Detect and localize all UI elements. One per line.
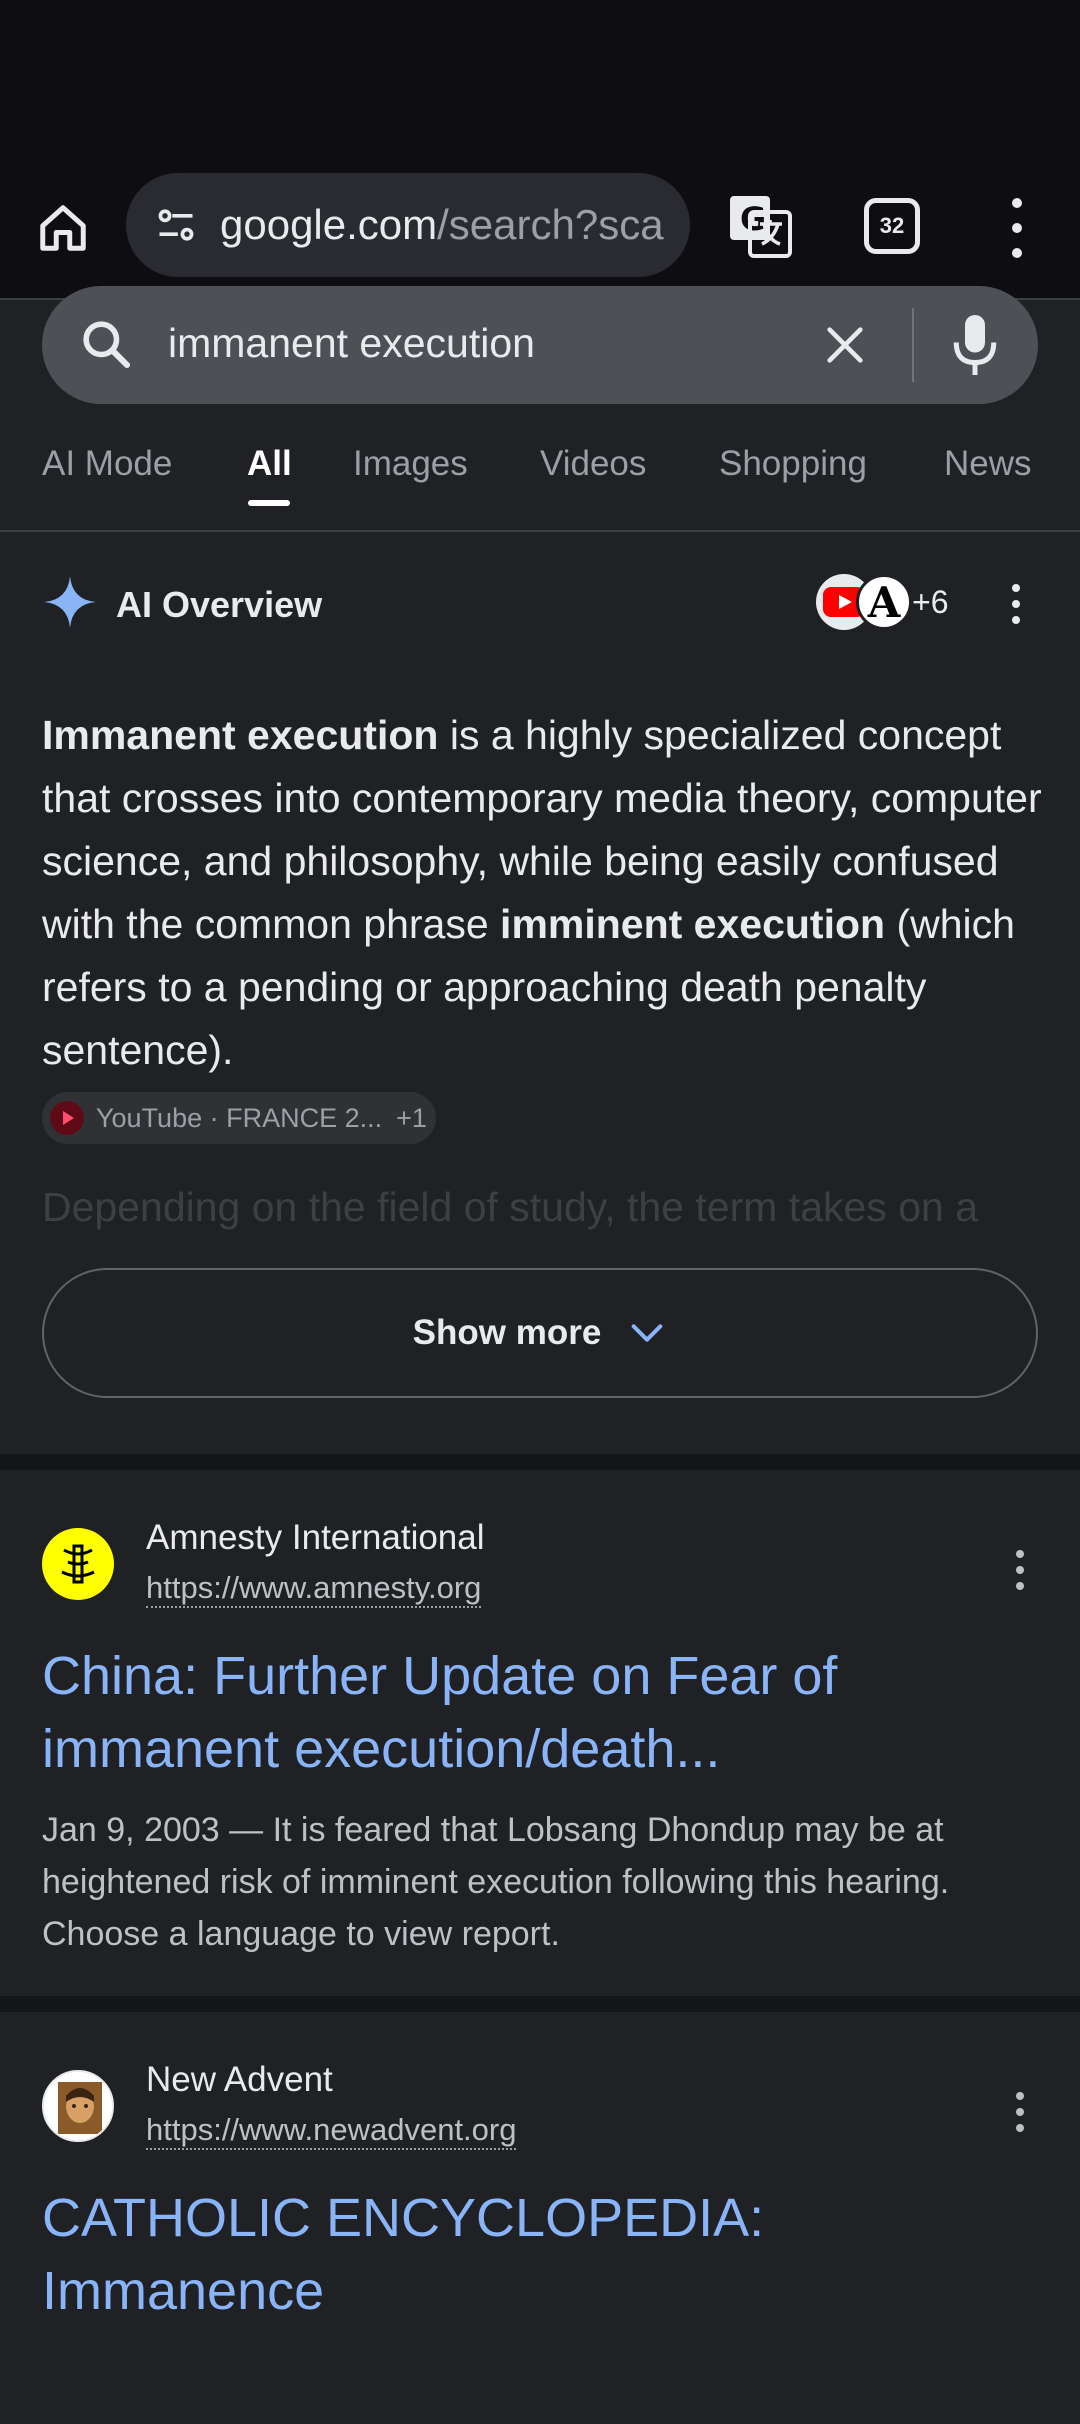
show-more-button[interactable]: Show more [42, 1268, 1038, 1398]
tab-ai-mode[interactable]: AI Mode [42, 444, 172, 484]
url-path: /search?sca [437, 201, 664, 248]
active-tab-indicator [248, 500, 290, 506]
amnesty-favicon [42, 1528, 114, 1600]
microphone-icon[interactable] [950, 312, 1000, 378]
translate-icon: G [730, 196, 792, 258]
source-chip-extra: +1 [396, 1102, 427, 1133]
home-button[interactable] [30, 195, 96, 261]
tab-shopping[interactable]: Shopping [719, 444, 867, 484]
tab-switcher-button[interactable]: 32 [864, 198, 920, 254]
tab-images[interactable]: Images [353, 444, 468, 484]
result-more-button[interactable] [1010, 1550, 1030, 1590]
ai-bold-term-2: imminent execution [500, 901, 886, 947]
tab-all[interactable]: All [247, 444, 292, 484]
result-url[interactable]: https://www.amnesty.org [146, 1570, 482, 1608]
youtube-icon [50, 1101, 84, 1135]
tab-videos[interactable]: Videos [540, 444, 646, 484]
search-query[interactable]: immanent execution [168, 320, 535, 367]
search-filter-tabs: AI Mode All Images Videos Shopping News [0, 420, 1080, 532]
translate-button[interactable]: G [724, 190, 796, 262]
search-divider [912, 308, 914, 382]
newadvent-favicon [42, 2070, 114, 2142]
result-url[interactable]: https://www.newadvent.org [146, 2112, 517, 2150]
section-separator [0, 1996, 1080, 2012]
gemini-spark-icon [44, 576, 96, 628]
result-snippet: Jan 9, 2003 — It is feared that Lobsang … [42, 1811, 950, 1953]
result-more-button[interactable] [1010, 2092, 1030, 2132]
tab-count: 32 [879, 213, 905, 238]
section-separator [0, 1454, 1080, 1470]
ai-overview-text: Immanent execution is a highly specializ… [42, 704, 1042, 1082]
site-settings-icon[interactable] [146, 195, 206, 255]
clear-icon[interactable] [822, 322, 868, 368]
result-title-link[interactable]: China: Further Update on Fear of immanen… [42, 1640, 1042, 1786]
result-site-name[interactable]: New Advent [146, 2060, 333, 2100]
ai-source-icons[interactable]: A [816, 574, 916, 630]
url-text: google.com/search?sca [220, 201, 664, 249]
browser-toolbar: google.com/search?sca G 32 [0, 160, 1080, 300]
tab-news[interactable]: News [944, 444, 1032, 484]
source-chip[interactable]: YouTube · FRANCE 2... +1 [42, 1092, 436, 1144]
show-more-label: Show more [412, 1313, 602, 1352]
status-bar-area [0, 0, 1080, 160]
address-bar[interactable]: google.com/search?sca [126, 173, 690, 277]
svg-text:G: G [740, 200, 766, 238]
ai-overview-more-button[interactable] [1006, 584, 1026, 624]
search-icon [83, 321, 131, 369]
source-chip-label: YouTube · FRANCE 2... [96, 1102, 383, 1133]
result-title-link[interactable]: CATHOLIC ENCYCLOPEDIA: Immanence [42, 2182, 1042, 2328]
source-a-icon: A [856, 574, 912, 630]
home-icon [40, 205, 86, 251]
browser-menu-button[interactable] [995, 198, 1039, 258]
ai-bold-term-1: Immanent execution [42, 712, 439, 758]
search-result: Amnesty International https://www.amnest… [0, 1470, 1080, 1998]
ai-source-count[interactable]: +6 [912, 584, 948, 621]
ai-overview: AI Overview A +6 Immanent execution is a… [0, 534, 1080, 1454]
search-result: New Advent https://www.newadvent.org CAT… [0, 2012, 1080, 2424]
ai-overview-title: AI Overview [116, 584, 323, 625]
ai-faded-text: Depending on the field of study, the ter… [42, 1184, 978, 1230]
url-host: google.com [220, 201, 438, 248]
chevron-down-icon [631, 1324, 663, 1342]
search-box[interactable]: immanent execution [42, 286, 1038, 404]
result-site-name[interactable]: Amnesty International [146, 1518, 485, 1558]
